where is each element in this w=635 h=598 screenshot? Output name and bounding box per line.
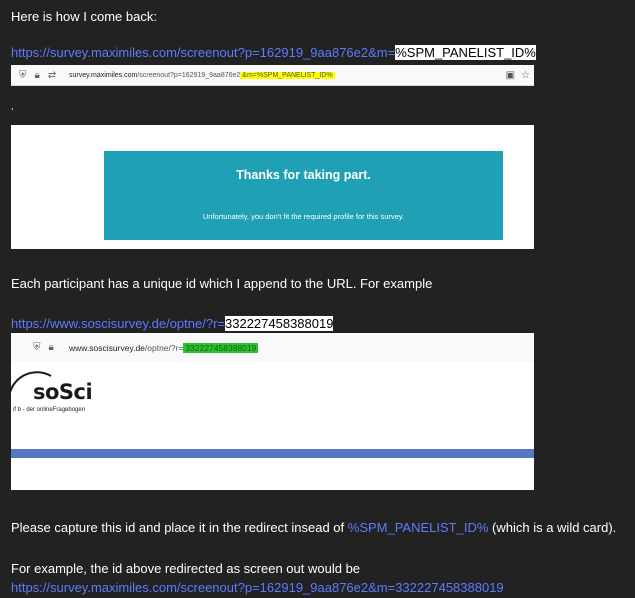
thanks-title: Thanks for taking part. xyxy=(236,168,371,182)
capture-text-before: Please capture this id and place it in t… xyxy=(11,520,348,535)
survey-screenout-screenshot: Thanks for taking part. Unfortunately, y… xyxy=(11,125,534,249)
intro-text: Here is how I come back: xyxy=(11,9,157,24)
address-url: survey.maximiles.com/screenout?p=162919_… xyxy=(69,65,335,85)
final-redirect-link[interactable]: https://survey.maximiles.com/screenout?p… xyxy=(11,580,504,595)
thanks-subtitle: Unfortunately, you don't fit the require… xyxy=(202,212,405,221)
soscisurvey-screenshot: soSci if b - der onlineFragebogen eiwill… xyxy=(11,362,534,490)
logo-subtitle: if b - der onlineFragebogen xyxy=(13,407,86,413)
example-url-link[interactable]: https://www.soscisurvey.de/optne/?r= xyxy=(11,316,225,331)
url-highlight-2: 332227458388019 xyxy=(183,342,259,353)
lock-icon: 🔒︎ xyxy=(48,342,54,353)
return-url-link[interactable]: https://survey.maximiles.com/screenout?p… xyxy=(11,45,395,60)
shield-icon: ⛨ xyxy=(19,69,27,81)
panelist-id-placeholder: %SPM_PANELIST_ID% xyxy=(395,45,536,60)
stray-mark: , xyxy=(11,101,14,111)
return-url-line: https://survey.maximiles.com/screenout?p… xyxy=(11,45,536,61)
example-url-line: https://www.soscisurvey.de/optne/?r=3322… xyxy=(11,316,334,332)
browser-address-bar-screenshot: ⛨ 🔒︎ ⇄ survey.maximiles.com/screenout?p=… xyxy=(11,65,534,86)
lock-icon: 🔒︎ xyxy=(34,69,40,81)
reader-view-icon: ▣ xyxy=(505,69,516,81)
url-path: /screenout?p=162919_9aa876e2 xyxy=(137,71,241,79)
permissions-icon: ⇄ xyxy=(47,69,57,81)
address-url-2: www.soscisurvey.de/optne/?r= 332227458388… xyxy=(69,333,259,362)
url-host-2: www.soscisurvey.de xyxy=(69,342,145,353)
logo-text: soSci xyxy=(33,380,93,404)
shield-icon: ⛨ xyxy=(33,342,41,353)
sosci-logo: soSci if b - der onlineFragebogen xyxy=(11,364,131,426)
capture-text-after: (which is a wild card). xyxy=(488,520,617,535)
wildcard-link[interactable]: %SPM_PANELIST_ID% xyxy=(348,520,489,535)
header-stripe xyxy=(11,449,534,458)
url-highlight: &m=%SPM_PANELIST_ID% xyxy=(240,71,335,79)
url-host: survey.maximiles.com xyxy=(69,71,138,79)
url-path-2: /optne/?r= xyxy=(144,342,184,353)
browser-address-bar-screenshot-2: ⛨ 🔒︎ www.soscisurvey.de/optne/?r= 3322274… xyxy=(11,333,534,363)
thanks-card: Thanks for taking part. Unfortunately, y… xyxy=(104,151,503,240)
bookmark-star-icon: ☆ xyxy=(521,69,530,81)
example-redirect-text: For example, the id above redirected as … xyxy=(11,561,361,576)
final-redirect-link-line: https://survey.maximiles.com/screenout?p… xyxy=(11,580,504,596)
participant-id-highlight: 332227458388019 xyxy=(225,316,334,331)
unique-id-paragraph: Each participant has a unique id which I… xyxy=(11,276,433,291)
capture-id-paragraph: Please capture this id and place it in t… xyxy=(11,520,616,536)
